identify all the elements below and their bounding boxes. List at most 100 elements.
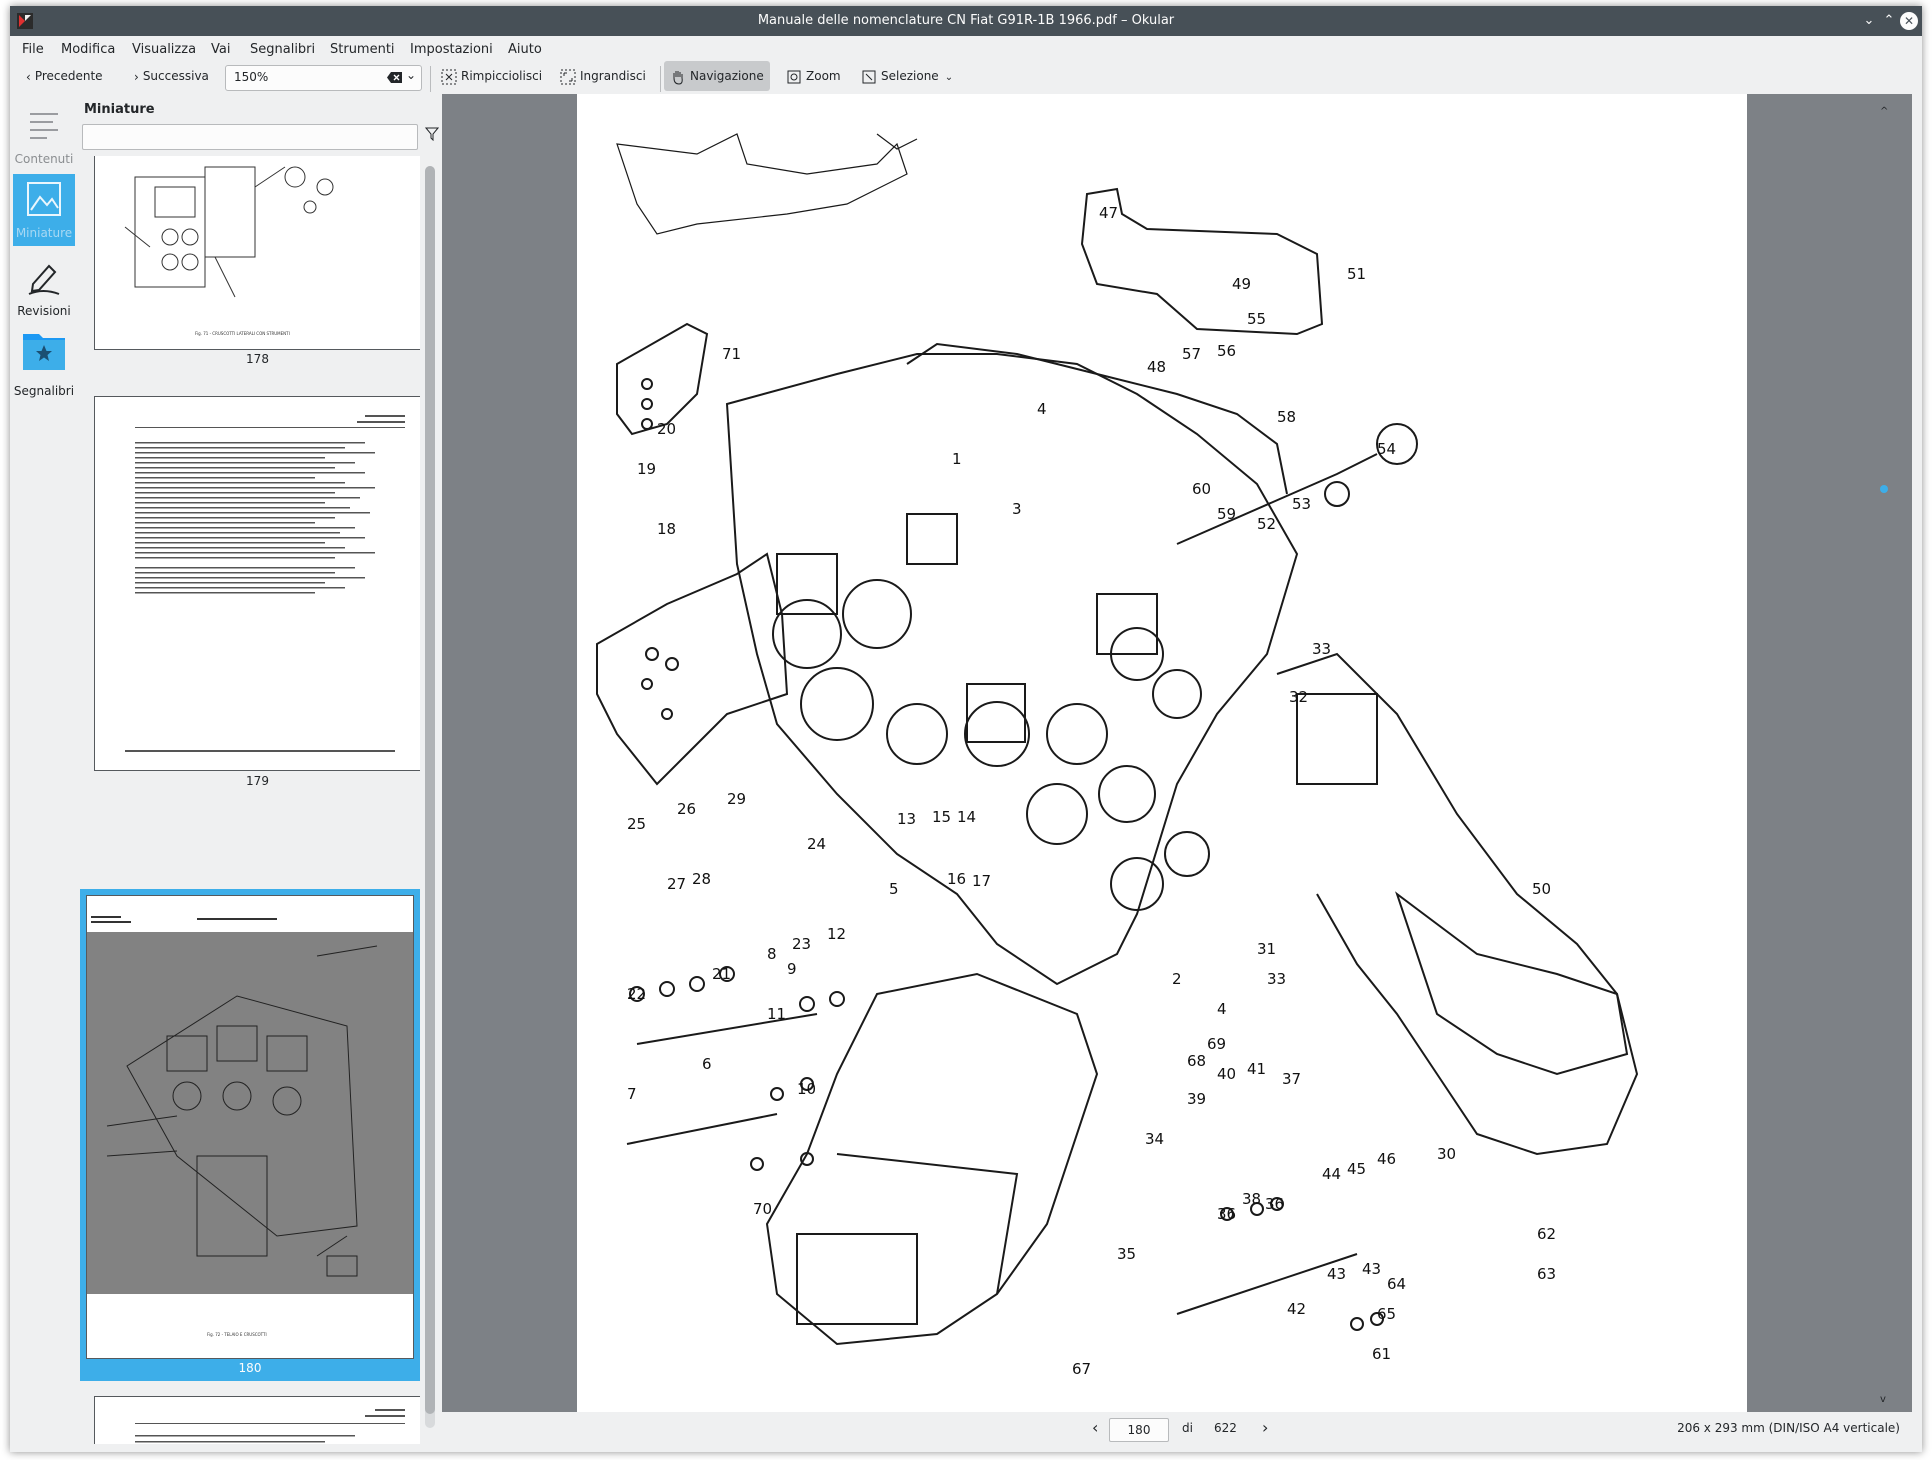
clear-text-icon[interactable] bbox=[387, 71, 403, 84]
menu-aiuto[interactable]: Aiuto bbox=[508, 42, 542, 57]
document-viewer[interactable]: 47 49 51 55 56 57 58 71 20 19 48 54 60 5… bbox=[442, 94, 1912, 1460]
zoom-dropdown-chevron-icon[interactable]: ⌄ bbox=[406, 68, 416, 82]
callout-25: 25 bbox=[627, 815, 646, 833]
callout-46: 46 bbox=[1377, 1150, 1396, 1168]
callout-58: 58 bbox=[1277, 408, 1296, 426]
callout-4: 4 bbox=[1037, 400, 1047, 418]
next-page-button[interactable]: › Successiva bbox=[134, 61, 209, 91]
thumbnail-page-number: 178 bbox=[246, 352, 269, 366]
sidebar-item-revisioni[interactable]: Revisioni bbox=[13, 252, 75, 324]
menu-visualizza[interactable]: Visualizza bbox=[132, 42, 196, 57]
title-bar[interactable]: Manuale delle nomenclature CN Fiat G91R-… bbox=[10, 6, 1922, 36]
enlarge-button[interactable]: Ingrandisci bbox=[560, 61, 646, 91]
sidebar-item-segnalibri[interactable]: Segnalibri bbox=[13, 326, 75, 398]
callout-40: 40 bbox=[1217, 1065, 1236, 1083]
sidebar-item-label: Miniature bbox=[15, 226, 73, 240]
chevron-right-icon: › bbox=[134, 69, 139, 84]
thumbnail-item[interactable]: 179 bbox=[80, 396, 420, 816]
navigation-tool-button[interactable]: Navigazione bbox=[664, 61, 770, 91]
callout-12: 12 bbox=[827, 925, 846, 943]
callout-17: 17 bbox=[972, 872, 991, 890]
thumbnails-panel: Miniature Fig. 71 - CRUSCOTTI LATERALI C… bbox=[70, 94, 442, 1446]
callout-2: 2 bbox=[1172, 970, 1182, 988]
close-icon[interactable]: ✕ bbox=[1900, 12, 1918, 30]
thumbnail-filter-input[interactable] bbox=[82, 124, 418, 150]
callout-44: 44 bbox=[1322, 1165, 1341, 1183]
filter-icon[interactable] bbox=[425, 127, 439, 141]
document-scrollbar[interactable]: ^ v bbox=[1880, 104, 1888, 1402]
page-thumbnail-text bbox=[125, 415, 405, 752]
selection-tool-button[interactable]: Selezione ⌄ bbox=[861, 61, 953, 91]
callout-33: 33 bbox=[1312, 640, 1331, 658]
menu-segnalibri[interactable]: Segnalibri bbox=[250, 42, 315, 57]
navigation-label: Navigazione bbox=[690, 69, 764, 83]
sidebar-icon-strip: Contenuti Miniature Revisioni Segnalibri bbox=[10, 94, 76, 1446]
callout-54: 54 bbox=[1377, 440, 1396, 458]
menu-vai[interactable]: Vai bbox=[211, 42, 230, 57]
thumbnail-item-selected[interactable]: Fig. 72 - TELAIO E CRUSCOTTI 180 bbox=[80, 889, 420, 1381]
callout-19: 19 bbox=[637, 460, 656, 478]
callout-39: 39 bbox=[1187, 1090, 1206, 1108]
page-size-label: 206 x 293 mm (DIN/ISO A4 verticale) bbox=[1677, 1421, 1900, 1435]
table-of-contents-icon bbox=[30, 113, 58, 139]
next-label: Successiva bbox=[142, 69, 209, 83]
thumbnail-page-178: Fig. 71 - CRUSCOTTI LATERALI CON STRUMEN… bbox=[94, 156, 420, 350]
callout-22: 22 bbox=[627, 985, 646, 1003]
sidebar-item-contenuti[interactable]: Contenuti bbox=[13, 100, 75, 172]
chevron-left-icon[interactable]: ‹ bbox=[1092, 1418, 1098, 1437]
callout-13: 13 bbox=[897, 810, 916, 828]
toolbar-separator bbox=[430, 66, 431, 92]
callout-11: 11 bbox=[767, 1005, 786, 1023]
previous-label: Precedente bbox=[34, 69, 103, 83]
thumbnail-item[interactable] bbox=[80, 1396, 420, 1444]
callout-47: 47 bbox=[1099, 204, 1118, 222]
chevron-down-icon[interactable]: ⌄ bbox=[945, 72, 953, 83]
callout-29: 29 bbox=[727, 790, 746, 808]
shrink-button[interactable]: Rimpicciolisci bbox=[441, 61, 542, 91]
page-thumbnail-drawing: Fig. 71 - CRUSCOTTI LATERALI CON STRUMEN… bbox=[124, 166, 334, 336]
zoom-tool-button[interactable]: Zoom bbox=[786, 61, 841, 91]
sidebar-item-label: Segnalibri bbox=[13, 384, 75, 398]
menu-file[interactable]: File bbox=[22, 42, 44, 57]
callout-51: 51 bbox=[1347, 265, 1366, 283]
callout-33b: 33 bbox=[1267, 970, 1286, 988]
callout-36: 36 bbox=[1217, 1205, 1236, 1223]
callout-18: 18 bbox=[657, 520, 676, 538]
callout-48: 48 bbox=[1147, 358, 1166, 376]
thumbnail-scrollbar[interactable] bbox=[425, 166, 435, 1428]
zoom-area-icon bbox=[787, 70, 801, 83]
thumbnail-list[interactable]: Fig. 71 - CRUSCOTTI LATERALI CON STRUMEN… bbox=[80, 156, 420, 1444]
hand-icon bbox=[673, 70, 683, 85]
zoom-tool-label: Zoom bbox=[806, 69, 841, 83]
thumbnail-item[interactable]: Fig. 71 - CRUSCOTTI LATERALI CON STRUMEN… bbox=[80, 156, 420, 378]
callout-50: 50 bbox=[1532, 880, 1551, 898]
menu-modifica[interactable]: Modifica bbox=[61, 42, 115, 57]
thumbnail-caption: Fig. 71 - CRUSCOTTI LATERALI CON STRUMEN… bbox=[195, 331, 290, 336]
toolbar-separator bbox=[660, 66, 661, 92]
callout-67: 67 bbox=[1072, 1360, 1091, 1378]
menu-strumenti[interactable]: Strumenti bbox=[330, 42, 395, 57]
chevron-right-icon[interactable]: › bbox=[1262, 1418, 1268, 1437]
callout-5: 5 bbox=[889, 880, 899, 898]
callout-14: 14 bbox=[957, 808, 976, 826]
chevron-left-icon: ‹ bbox=[26, 69, 31, 84]
callout-34: 34 bbox=[1145, 1130, 1164, 1148]
callout-70: 70 bbox=[753, 1200, 772, 1218]
callout-41: 41 bbox=[1247, 1060, 1266, 1078]
page-thumbnail-text bbox=[135, 1409, 405, 1443]
menu-impostazioni[interactable]: Impostazioni bbox=[410, 42, 493, 57]
callout-38: 38 bbox=[1242, 1190, 1261, 1208]
callout-60: 60 bbox=[1192, 480, 1211, 498]
callout-31: 31 bbox=[1257, 940, 1276, 958]
sidebar-item-miniature[interactable]: Miniature bbox=[13, 174, 75, 246]
current-page-input[interactable]: 180 bbox=[1109, 1418, 1169, 1442]
previous-page-button[interactable]: ‹ Precedente bbox=[26, 61, 103, 91]
maximize-icon[interactable]: ⌃ bbox=[1880, 12, 1898, 30]
callout-32: 32 bbox=[1289, 688, 1308, 706]
scrollbar-handle[interactable] bbox=[425, 166, 435, 1414]
zoom-level-combobox[interactable]: 150% ⌄ bbox=[225, 65, 422, 91]
selection-label: Selezione bbox=[881, 69, 939, 83]
callout-69: 69 bbox=[1207, 1035, 1226, 1053]
minimize-icon[interactable]: ⌄ bbox=[1860, 12, 1878, 30]
callout-62: 62 bbox=[1537, 1225, 1556, 1243]
